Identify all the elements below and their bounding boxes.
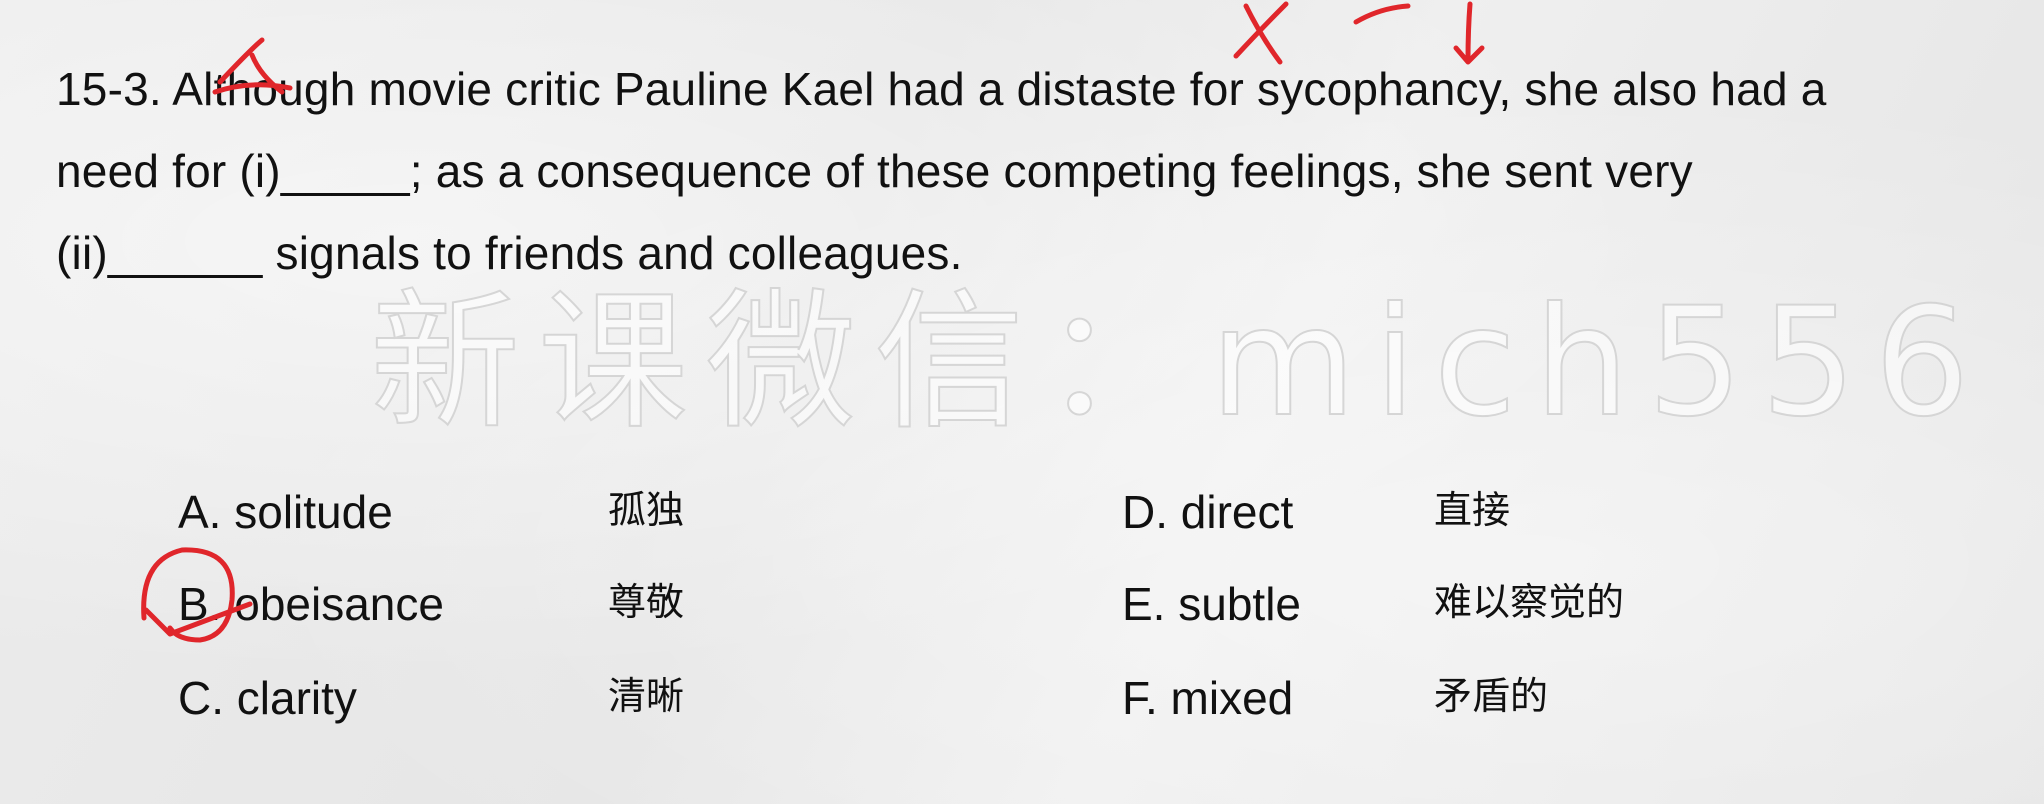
option-f[interactable]: F. mixed xyxy=(1122,668,1293,728)
option-d[interactable]: D. direct xyxy=(1122,482,1293,542)
question-line-1: 15-3. Although movie critic Pauline Kael… xyxy=(56,63,1827,115)
option-b-gloss: 尊敬 xyxy=(608,580,685,624)
option-c-gloss: 清晰 xyxy=(608,674,685,718)
option-a[interactable]: A. solitude xyxy=(178,482,393,542)
option-d-gloss: 直接 xyxy=(1434,488,1511,532)
option-a-gloss: 孤独 xyxy=(608,488,685,532)
option-b[interactable]: B. obeisance xyxy=(178,574,444,634)
watermark: 新课微信：mich556 xyxy=(369,276,1988,450)
question-line-3: (ii)______ signals to friends and collea… xyxy=(56,227,963,279)
option-e-gloss: 难以察觉的 xyxy=(1434,580,1625,624)
option-e[interactable]: E. subtle xyxy=(1122,574,1301,634)
option-c[interactable]: C. clarity xyxy=(178,668,357,728)
question-line-2: need for (i)_____; as a consequence of t… xyxy=(56,145,1693,197)
option-f-gloss: 矛盾的 xyxy=(1434,674,1549,718)
question-text: 15-3. Although movie critic Pauline Kael… xyxy=(56,48,2016,294)
